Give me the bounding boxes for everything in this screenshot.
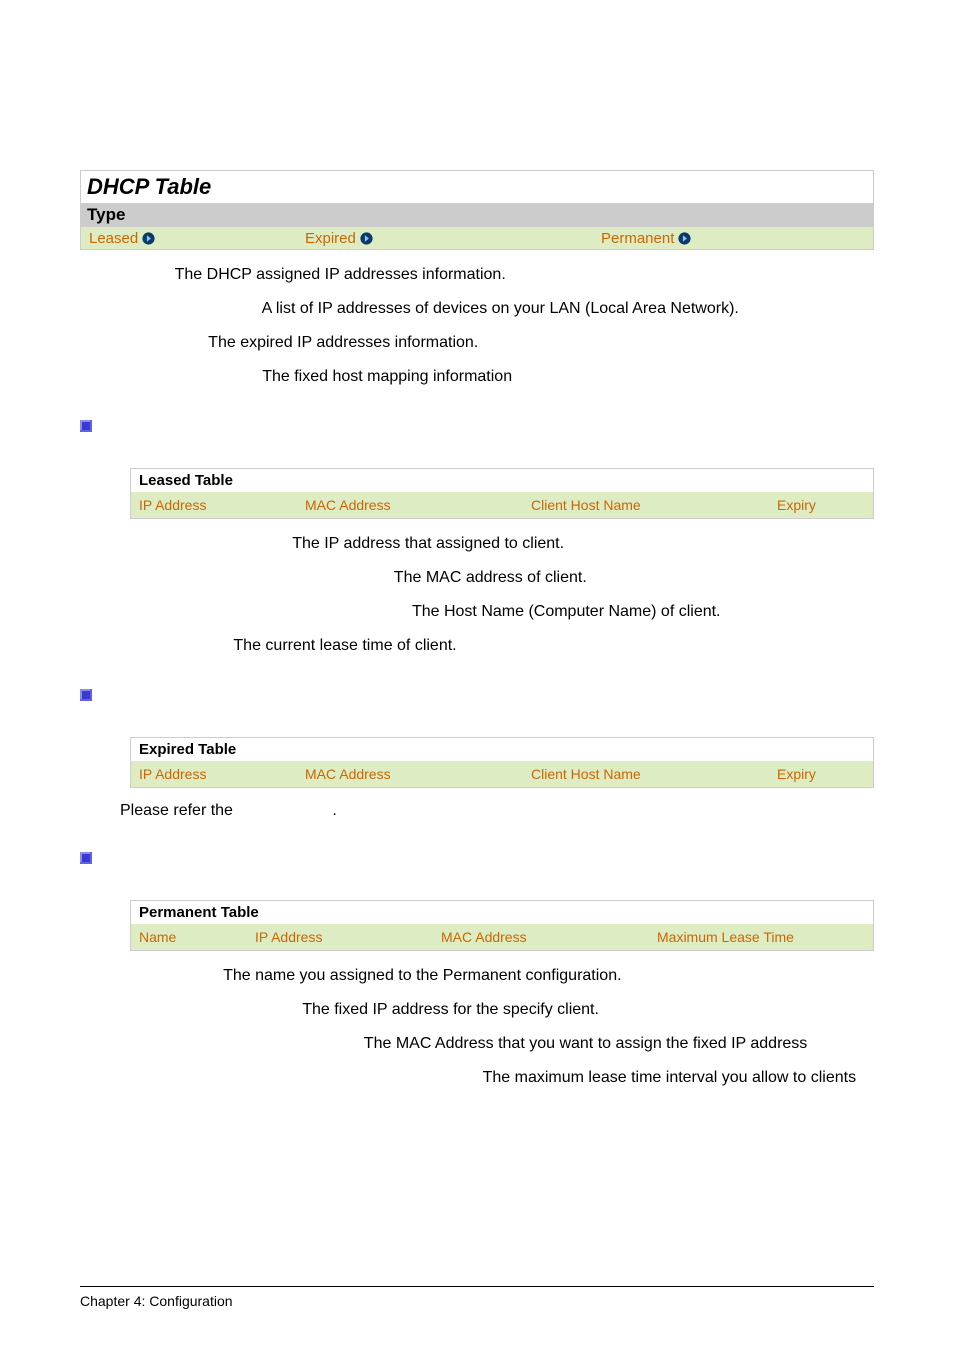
dhcp-table-box: DHCP Table Type Leased Expired Permanent (80, 170, 874, 250)
perm-mac-text: The MAC Address that you want to assign … (360, 1035, 808, 1052)
refer-prefix: Please refer the (120, 802, 237, 819)
refer-line: Please refer the Leased Table. (120, 802, 874, 820)
leased-text: The DHCP assigned IP addresses informati… (170, 266, 505, 283)
permanent-term: Permanent: (170, 368, 258, 385)
ip-text: A list of IP addresses of devices on you… (258, 300, 739, 317)
expired-table-header-row: IP Address MAC Address Client Host Name … (131, 761, 873, 787)
section-heading-leased-text: Leased Table (102, 416, 209, 436)
expired-table-title: Expired Table (131, 738, 873, 761)
expired-col-host: Client Host Name (523, 761, 769, 787)
expired-text: The expired IP addresses information. (204, 334, 478, 351)
leased-col-host: Client Host Name (523, 492, 769, 518)
leased-table-header-row: IP Address MAC Address Client Host Name … (131, 492, 873, 518)
expired-col-mac: MAC Address (297, 761, 523, 787)
expired-table-box: Expired Table IP Address MAC Address Cli… (130, 737, 874, 788)
leased-mac-term: MAC Address: (280, 569, 390, 586)
bullet-icon (80, 420, 92, 432)
bullet-icon (80, 689, 92, 701)
leased-col-ip: IP Address (131, 492, 297, 518)
perm-mac-term: MAC Address: (250, 1035, 360, 1052)
permanent-col-lease: Maximum Lease Time (649, 924, 873, 950)
perm-ip-text: The fixed IP address for the specify cli… (298, 1001, 599, 1018)
go-icon (678, 232, 691, 245)
permanent-col-ip: IP Address (247, 924, 433, 950)
leased-table-box: Leased Table IP Address MAC Address Clie… (130, 468, 874, 519)
section-heading-expired-text: Expired Table (102, 685, 213, 705)
leased-col-expiry: Expiry (769, 492, 873, 518)
bullet-icon (80, 852, 92, 864)
type-option-permanent[interactable]: Permanent (593, 230, 873, 247)
permanent-col-name: Name (131, 924, 247, 950)
perm-lease-term: Maximum Lease Time: (308, 1069, 478, 1086)
section-heading-expired: Expired Table (80, 685, 874, 705)
leased-term: Leased: (110, 266, 170, 283)
leased-table-title: Leased Table (131, 469, 873, 492)
leased-ip-term: IP Address: (200, 535, 288, 552)
type-option-leased[interactable]: Leased (81, 230, 297, 247)
dhcp-desc-block: Leased: The DHCP assigned IP addresses i… (80, 266, 874, 386)
footer-left: Chapter 4: Configuration (80, 1293, 233, 1309)
perm-name-term: Name: (170, 967, 219, 984)
go-icon (142, 232, 155, 245)
leased-host-text: The Host Name (Computer Name) of client. (408, 603, 721, 620)
permanent-col-mac: MAC Address (433, 924, 649, 950)
leased-ip-text: The IP address that assigned to client. (288, 535, 564, 552)
permanent-text: The fixed host mapping information (258, 368, 512, 385)
dhcp-title-row: DHCP Table (81, 171, 873, 203)
ip-term: IP Address: (170, 300, 258, 317)
perm-ip-term: IP Address: (210, 1001, 298, 1018)
permanent-desc-block: Name: The name you assigned to the Perma… (80, 967, 874, 1087)
go-icon (360, 232, 373, 245)
type-option-leased-label: Leased (89, 230, 138, 247)
dhcp-title: DHCP Table (87, 174, 211, 199)
expired-col-ip: IP Address (131, 761, 297, 787)
dhcp-type-label: Type (81, 203, 873, 227)
permanent-table-header-row: Name IP Address MAC Address Maximum Leas… (131, 924, 873, 950)
leased-expiry-text: The current lease time of client. (229, 637, 456, 654)
leased-host-term: Client Host Name: (270, 603, 408, 620)
refer-period: . (332, 802, 336, 819)
section-heading-permanent-text: Permanent Table (102, 848, 238, 868)
perm-lease-text: The maximum lease time interval you allo… (478, 1069, 856, 1086)
permanent-table-title: Permanent Table (131, 901, 873, 924)
leased-desc-block: IP Address: The IP address that assigned… (80, 535, 874, 655)
refer-hidden: Leased Table (237, 802, 332, 819)
permanent-table-box: Permanent Table Name IP Address MAC Addr… (130, 900, 874, 951)
page-footer: Chapter 4: Configuration 52 (80, 1286, 874, 1309)
footer-right: 52 (858, 1293, 874, 1309)
dhcp-type-options: Leased Expired Permanent (81, 227, 873, 249)
expired-term: Expired: (140, 334, 204, 351)
type-option-permanent-label: Permanent (601, 230, 674, 247)
section-heading-permanent: Permanent Table (80, 848, 874, 868)
expired-col-expiry: Expiry (769, 761, 873, 787)
leased-expiry-term: Expiry: (175, 637, 229, 654)
leased-mac-text: The MAC address of client. (390, 569, 587, 586)
leased-col-mac: MAC Address (297, 492, 523, 518)
type-option-expired[interactable]: Expired (297, 230, 593, 247)
perm-name-text: The name you assigned to the Permanent c… (219, 967, 622, 984)
type-option-expired-label: Expired (305, 230, 356, 247)
section-heading-leased: Leased Table (80, 416, 874, 436)
